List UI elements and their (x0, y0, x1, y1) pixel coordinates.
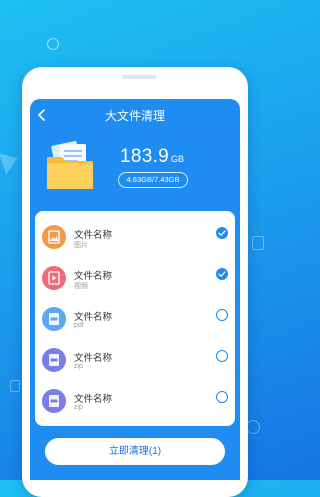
zip-file-icon (42, 348, 66, 372)
file-name: 文件名称 (74, 312, 113, 323)
file-name: 文件名称 (74, 230, 113, 241)
phone-speaker (122, 75, 156, 79)
clean-now-button[interactable]: 立即清理(1) (45, 438, 225, 465)
file-list: 文件名称 图片 文件名称 视频 文件名称 pdf 文件名称 zip 文件名称 z… (35, 211, 235, 426)
unchecked-checkbox-icon[interactable] (216, 391, 228, 403)
list-item[interactable]: 文件名称 zip (35, 344, 235, 384)
clock-icon (47, 38, 59, 50)
pdf-file-icon (42, 307, 66, 331)
circle-icon (246, 420, 260, 434)
file-name: 文件名称 (74, 353, 113, 364)
document-icon (252, 236, 264, 250)
file-type: 图片 (74, 242, 88, 249)
list-item[interactable]: 文件名称 图片 (35, 221, 235, 261)
play-icon (0, 147, 22, 175)
unchecked-checkbox-icon[interactable] (216, 309, 228, 321)
file-type: 视频 (74, 283, 88, 290)
file-name: 文件名称 (74, 271, 113, 282)
folder-icon (47, 141, 93, 189)
storage-usage-badge: 4.63GB/7.43GB (118, 172, 188, 188)
zip-file-icon (42, 389, 66, 413)
page-title: 大文件清理 (104, 109, 165, 123)
video-file-icon (42, 266, 66, 290)
list-item[interactable]: 文件名称 pdf (35, 303, 235, 343)
size-value: 183.9 (120, 146, 170, 167)
total-size: 183.9 GB (120, 146, 184, 168)
app-screen: 大文件清理 183.9 GB 4.63GB/7.43GB 文件名称 图片 文件名… (30, 99, 240, 480)
document-icon (10, 380, 20, 392)
file-type: pdf (74, 322, 84, 329)
top-bar: 大文件清理 (30, 99, 240, 131)
list-item[interactable]: 文件名称 zip (35, 385, 235, 425)
file-type: zip (74, 404, 83, 411)
file-type: zip (74, 363, 83, 370)
unchecked-checkbox-icon[interactable] (216, 350, 228, 362)
checked-checkbox-icon[interactable] (216, 268, 228, 280)
checked-checkbox-icon[interactable] (216, 227, 228, 239)
file-name: 文件名称 (74, 394, 113, 405)
list-item[interactable]: 文件名称 视频 (35, 262, 235, 302)
size-unit: GB (171, 154, 185, 164)
image-file-icon (42, 225, 66, 249)
